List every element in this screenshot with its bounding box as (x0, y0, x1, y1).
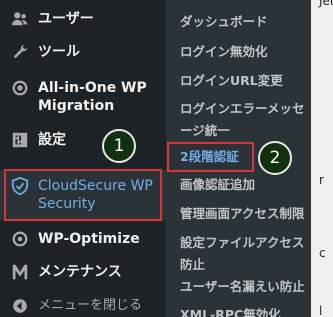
migration-icon (10, 78, 30, 98)
submenu-item-dashboard[interactable]: ダッシュボード (166, 11, 311, 33)
menu-item-cloudsecure-wp-security[interactable]: CloudSecure WP Security (0, 170, 166, 220)
maintenance-m-icon (10, 262, 30, 282)
callout-step-2: 2 (258, 141, 292, 175)
callout-step-1: 1 (102, 129, 136, 163)
submenu-item-label: ログインエラーメッセ (180, 101, 305, 116)
submenu-item-username-leak-prevention[interactable]: ユーザー名漏えい防止 (166, 276, 311, 298)
submenu-item-captcha[interactable]: 画像認証追加 (166, 174, 311, 196)
menu-item-label: メニューを閉じる (38, 298, 143, 313)
menu-item-users[interactable]: ユーザー (0, 6, 166, 32)
submenu-item-label: ージ統一 (180, 123, 230, 138)
page-peek-text: l (319, 304, 323, 317)
submenu-item-xmlrpc-disable[interactable]: XML-RPC無効化 (166, 304, 311, 317)
users-icon (10, 9, 30, 29)
menu-item-label: ユーザー (38, 11, 94, 27)
submenu-item-login-disable[interactable]: ログイン無効化 (166, 41, 311, 63)
menu-item-label: ツール (38, 44, 80, 60)
collapse-menu-button[interactable]: メニューを閉じる (0, 293, 166, 317)
menu-item-label: Security (38, 196, 96, 212)
menu-item-label: Migration (38, 98, 115, 114)
submenu-item-label: 設定ファイルアクセス (180, 235, 305, 250)
submenu-item-login-url-change[interactable]: ログインURL変更 (166, 70, 311, 92)
menu-item-label: メンテナンス (38, 264, 122, 280)
admin-sidebar-menu: ユーザー ツール All-in-One WP Migration 設定 Clou… (0, 0, 166, 317)
cloudsecure-shield-icon (10, 176, 30, 196)
menu-item-maintenance[interactable]: メンテナンス (0, 259, 166, 285)
menu-item-wp-optimize[interactable]: WP-Optimize (0, 226, 166, 252)
submenu-item-admin-access-restriction[interactable]: 管理画面アクセス制限 (166, 203, 311, 225)
menu-item-label: CloudSecure WP (38, 178, 153, 194)
menu-item-settings[interactable]: 設定 (0, 127, 166, 153)
menu-item-all-in-one-wp-migration[interactable]: All-in-One WP Migration (0, 76, 166, 120)
page-peek-text: Jetpack (319, 0, 333, 8)
submenu-item-label: 防止 (180, 257, 206, 272)
submenu-item-login-error-message[interactable]: ログインエラーメッセ ージ統一 (166, 98, 311, 142)
settings-icon (10, 130, 30, 150)
page-peek-text: r (319, 173, 324, 187)
menu-item-tools[interactable]: ツール (0, 39, 166, 65)
wp-optimize-icon (10, 229, 30, 249)
wp-admin-screen: Jetpack r c l ユーザー ツール All-in-One WP Mig… (0, 0, 333, 317)
wrench-icon (10, 42, 30, 62)
menu-item-label: All-in-One WP (38, 80, 147, 96)
page-content-area: Jetpack r c l (311, 0, 333, 317)
menu-item-label: WP-Optimize (38, 231, 140, 247)
menu-item-label: 設定 (38, 132, 66, 148)
collapse-menu-icon (10, 296, 30, 316)
page-peek-text: c (319, 246, 326, 260)
submenu-item-config-file-protection[interactable]: 設定ファイルアクセス 防止 (166, 232, 311, 276)
